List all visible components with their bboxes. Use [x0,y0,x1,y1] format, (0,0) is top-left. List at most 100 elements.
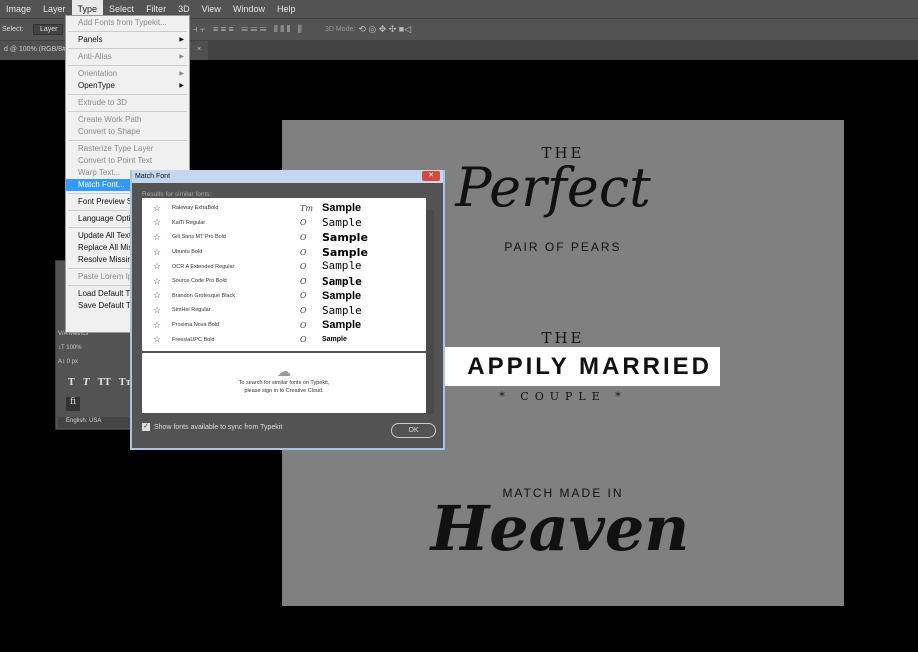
font-result-row[interactable]: ☆ Source Code Pro Bold O Sample [142,274,426,289]
typekit-signin-area: ☁ To search for similar fonts on Typekit… [142,353,426,413]
font-sample: Sample [322,260,362,273]
scrollbar[interactable] [426,210,434,414]
font-result-row[interactable]: ☆ KaiTi Regular O Sample [142,216,426,231]
font-type-icon: O [300,291,307,301]
star-icon[interactable]: ☆ [142,261,172,272]
star-icon[interactable]: ☆ [142,276,172,287]
font-name: Ubuntu Bold [172,249,203,256]
star-icon[interactable]: ☆ [142,290,172,301]
select-dropdown[interactable]: Layer [33,24,63,35]
vertical-scale-field[interactable]: ↕T 100% [58,345,82,351]
font-sample: Sample [322,289,362,302]
font-type-icon: O [300,218,307,228]
font-result-row[interactable]: ☆ Ubuntu Bold O Sample [142,245,426,260]
menu-item-panels[interactable]: Panels ▶ [66,34,189,46]
star-icon[interactable]: ☆ [142,320,172,331]
style-buttons[interactable]: T T TT Tт [68,378,131,388]
star-icon[interactable]: ☆ [142,247,172,258]
close-icon[interactable]: ✕ [422,171,440,181]
font-name: Source Code Pro Bold [172,278,227,285]
menu-item-label: Create Work Path [78,115,142,124]
menu-item-convert-to-shape[interactable]: Convert to Shape [66,126,189,138]
menu-item-rasterize-type-layer[interactable]: Rasterize Type Layer [66,143,189,155]
menu-item-label: Extrude to 3D [78,98,127,107]
menu-item-create-work-path[interactable]: Create Work Path [66,114,189,126]
menu-view[interactable]: View [196,0,227,18]
creative-cloud-icon: ☁ [277,363,291,379]
font-result-row[interactable]: ☆ Brandon Grotesque Black O Sample [142,289,426,304]
checkbox-icon[interactable]: ✓ [142,423,150,431]
font-name: SimHei Regular [172,307,211,314]
font-result-row[interactable]: ☆ Proxima Nova Bold O Sample [142,318,426,333]
font-result-row[interactable]: ☆ Raleway ExtraBold Tт Sample [142,201,426,216]
typekit-message-line1: To search for similar fonts on Typekit, [238,380,330,386]
baseline-shift-field[interactable]: A↕ 0 px [58,359,78,365]
menu-help[interactable]: Help [271,0,302,18]
menu-item-label: Warp Text... [78,168,121,177]
3d-mode-label: 3D Mode: [324,26,356,33]
menu-separator [68,48,187,49]
align-icons[interactable]: ⫞ ⫟ ≡ ≡ ≡ ☰ ☰ ☰ ⫴ ⫴ ⫴ ⫼ [193,24,302,35]
font-sample: Sample [322,216,362,230]
font-result-row[interactable]: ☆ OCR A Extended Regular O Sample [142,259,426,274]
menu-separator [68,94,187,95]
menu-separator [68,31,187,32]
select-label: Select: [2,26,24,33]
ok-button[interactable]: OK [391,423,436,438]
font-sample: Sample [322,230,368,244]
font-name: Brandon Grotesque Black [172,292,235,299]
font-type-icon: O [300,320,307,330]
font-name: Proxima Nova Bold [172,322,220,329]
menu-separator [68,65,187,66]
menu-item-add-fonts-from-typekit[interactable]: Add Fonts from Typekit... [66,17,189,29]
font-sample: Sample [322,245,368,259]
font-sample: Sample [322,202,362,215]
checkbox-label: Show fonts available to sync from Typeki… [154,423,283,431]
menu-item-convert-to-point-text[interactable]: Convert to Point Text [66,155,189,167]
star-icon[interactable]: ☆ [142,203,172,214]
menu-separator [68,140,187,141]
star-icon[interactable]: ☆ [142,232,172,243]
star-icon[interactable]: ☆ [142,305,172,316]
canvas-text-married: APPILY MARRIED [442,347,720,386]
typekit-sync-checkbox-row[interactable]: ✓ Show fonts available to sync from Type… [142,423,282,431]
submenu-arrow-icon: ▶ [179,83,184,89]
font-type-icon: O [300,262,307,272]
font-name: OCR A Extended Regular [172,263,235,270]
font-name: FreesiaUPC Bold [172,336,215,343]
font-type-icon: O [300,247,307,257]
submenu-arrow-icon: ▶ [179,37,184,43]
dialog-title: Match Font [135,173,171,180]
menu-image[interactable]: Image [0,0,37,18]
menu-item-opentype[interactable]: OpenType ▶ [66,80,189,92]
font-type-icon: O [300,232,307,242]
font-name: KaiTi Regular [172,219,206,226]
close-tab-icon[interactable]: × [197,46,201,53]
font-results-list: ☆ Raleway ExtraBold Tт Sample ☆ KaiTi Regular… [142,198,426,351]
match-font-dialog: Match Font ✕ Results for similar fonts: ☆… [130,170,445,450]
menu-item-orientation[interactable]: Orientation ▶ [66,68,189,80]
font-sample: Sample [322,319,362,332]
canvas-text-heaven: Heaven [430,492,690,565]
menu-item-label: Anti-Alias [78,52,112,61]
font-result-row[interactable]: ☆ FreesiaUPC Bold O Sample [142,332,426,347]
font-sample: Sample [322,303,362,317]
font-name: Raleway ExtraBold [172,205,219,212]
ligature-button[interactable]: fi [66,397,80,411]
language-dropdown[interactable]: English: USA [58,417,132,428]
font-result-row[interactable]: ☆ SimHei Regular O Sample [142,303,426,318]
3d-tools-icons[interactable]: ⟲ ◎ ✥ ✣ ■◁ [358,24,411,35]
typekit-message-line2: please sign in to Creative Cloud. [244,388,324,394]
font-result-row[interactable]: ☆ Gill Sans MT Pro Bold O Sample [142,230,426,245]
menu-item-extrude-to-3d[interactable]: Extrude to 3D [66,97,189,109]
menu-item-label: Panels [78,35,103,44]
menu-window[interactable]: Window [227,0,271,18]
star-icon[interactable]: ☆ [142,334,172,345]
menu-item-label: Convert to Point Text [78,156,153,165]
menu-item-label: OpenType [78,81,115,90]
star-icon[interactable]: ☆ [142,217,172,228]
font-sample: Sample [322,336,347,344]
tab-title: d @ 100% (RGB/8#) [4,46,69,53]
menu-item-anti-alias[interactable]: Anti-Alias ▶ [66,51,189,63]
menu-item-label: Add Fonts from Typekit... [78,18,167,27]
